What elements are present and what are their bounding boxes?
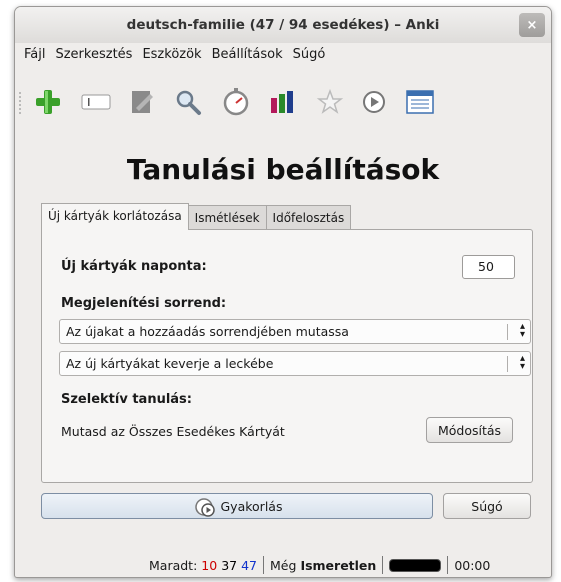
per-day-input[interactable]: 50	[462, 255, 515, 279]
window-title: deutsch-familie (47 / 94 esedékes) – Ank…	[126, 17, 440, 33]
still-value: Ismeretlen	[300, 557, 377, 573]
tab-timebox[interactable]: Időfelosztás	[265, 205, 352, 230]
review-icon	[194, 498, 215, 517]
selective-label: Szelektív tanulás:	[61, 392, 192, 407]
mix-select-value: Az új kártyákat keverje a leckébe	[66, 356, 274, 371]
add-card-icon[interactable]	[31, 85, 65, 119]
timer-icon[interactable]	[219, 85, 253, 119]
remaining-label: Maradt:	[149, 557, 198, 573]
statistics-icon[interactable]	[265, 85, 299, 119]
learning-count: 37	[221, 557, 238, 573]
new-cards-panel: Új kártyák naponta: 50 Megjelenítési sor…	[41, 229, 533, 483]
status-bar: Maradt: 10 37 47 Még Ismeretlen 00:00	[15, 553, 551, 577]
order-select-value: Az újakat a hozzáadás sorrendjében mutas…	[66, 324, 349, 339]
menu-edit[interactable]: Szerkesztés	[50, 45, 137, 67]
order-label: Megjelenítési sorrend:	[61, 296, 227, 311]
tab-bar: Új kártyák korlátozása Ismétlések Időfel…	[41, 203, 352, 230]
menu-bar: Fájl Szerkesztés Eszközök Beállítások Sú…	[15, 45, 330, 67]
toolbar-grip-icon[interactable]	[18, 91, 22, 115]
review-button[interactable]: Gyakorlás	[41, 493, 433, 519]
edit-field-icon[interactable]	[79, 85, 113, 119]
play-icon[interactable]	[357, 85, 391, 119]
review-button-label: Gyakorlás	[220, 498, 283, 514]
still-label: Még	[270, 557, 297, 573]
close-button[interactable]: ×	[519, 13, 545, 37]
progress-bar	[389, 558, 442, 572]
toolbar	[15, 85, 551, 121]
close-icon: ×	[526, 17, 538, 33]
per-day-label: Új kártyák naponta:	[61, 259, 207, 274]
notes-icon[interactable]	[125, 85, 159, 119]
menu-tools[interactable]: Eszközök	[137, 45, 206, 67]
page-title: Tanulási beállítások	[126, 153, 440, 186]
select-arrows-icon: ▴ ▾	[519, 321, 525, 340]
anki-window: deutsch-familie (47 / 94 esedékes) – Ank…	[14, 6, 552, 578]
mix-select[interactable]: Az új kártyákat keverje a leckébe ▴ ▾	[59, 351, 531, 376]
menu-settings[interactable]: Beállítások	[207, 45, 288, 67]
help-button[interactable]: Súgó	[443, 493, 531, 519]
tab-reviews[interactable]: Ismétlések	[187, 205, 267, 230]
menu-file[interactable]: Fájl	[19, 45, 50, 67]
new-count: 10	[201, 557, 218, 573]
timer-value: 00:00	[454, 557, 491, 573]
menu-help[interactable]: Súgó	[288, 45, 331, 67]
modify-button[interactable]: Módosítás	[426, 417, 513, 443]
search-icon[interactable]	[171, 85, 205, 119]
browser-icon[interactable]	[403, 85, 437, 119]
selective-text: Mutasd az Összes Esedékes Kártyát	[61, 424, 285, 439]
select-arrows-icon: ▴ ▾	[519, 353, 525, 372]
tab-new-cards[interactable]: Új kártyák korlátozása	[41, 203, 189, 230]
star-icon[interactable]	[313, 85, 347, 119]
review-count: 47	[241, 557, 258, 573]
order-select[interactable]: Az újakat a hozzáadás sorrendjében mutas…	[59, 319, 531, 344]
title-bar[interactable]: deutsch-familie (47 / 94 esedékes) – Ank…	[15, 7, 551, 43]
